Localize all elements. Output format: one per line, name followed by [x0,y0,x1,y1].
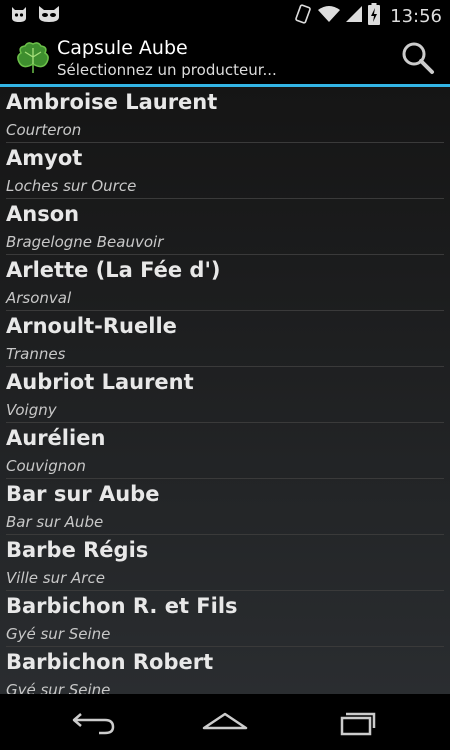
signal-icon [346,5,363,27]
list-item[interactable]: Arnoult-Ruelle Trannes [6,311,444,367]
producer-town: Trannes [6,345,66,363]
producer-name: Ambroise Laurent [6,90,218,114]
clock: 13:56 [390,5,442,27]
list-item[interactable]: Bar sur Aube Bar sur Aube [6,479,444,535]
grape-leaf-icon[interactable] [15,40,51,76]
list-item[interactable]: Barbe Régis Ville sur Arce [6,535,444,591]
producer-town: Couvignon [6,457,86,475]
producer-name: Aubriot Laurent [6,370,194,394]
producer-town: Bar sur Aube [6,513,104,531]
producer-name: Anson [6,202,80,226]
home-icon[interactable] [200,706,250,738]
battery-charging-icon [368,3,381,29]
search-icon[interactable] [400,40,436,76]
producer-name: Bar sur Aube [6,482,160,506]
producer-name: Arnoult-Ruelle [6,314,177,338]
list-item[interactable]: Arlette (La Fée d') Arsonval [6,255,444,311]
producer-town: Gyé sur Seine [6,625,111,643]
list-item[interactable]: Amyot Loches sur Ource [6,143,444,199]
producer-town: Voigny [6,401,57,419]
app-title: Capsule Aube [57,37,188,59]
producer-town: Bragelogne Beauvoir [6,233,164,251]
app-subtitle: Sélectionnez un producteur... [57,61,277,79]
list-item[interactable]: Aubriot Laurent Voigny [6,367,444,423]
navigation-bar [0,694,450,750]
list-item[interactable]: Ambroise Laurent Courteron [6,87,444,143]
producer-town: Loches sur Ource [6,177,137,195]
list-item[interactable]: Barbichon Robert Gyé sur Seine [6,647,444,694]
producer-list[interactable]: Ambroise Laurent Courteron Amyot Loches … [0,87,450,694]
producer-name: Arlette (La Fée d') [6,258,221,282]
action-bar: Capsule Aube Sélectionnez un producteur.… [0,30,450,87]
cat-mask-icon [38,5,60,27]
producer-name: Aurélien [6,426,106,450]
producer-town: Gyé sur Seine [6,681,111,694]
producer-town: Arsonval [6,289,72,307]
status-bar: 13:56 [0,0,450,30]
producer-name: Barbichon R. et Fils [6,594,238,618]
recents-icon[interactable] [332,706,382,738]
rotate-icon [294,4,312,28]
producer-town: Courteron [6,121,82,139]
back-icon[interactable] [69,706,119,738]
wifi-icon [318,5,341,27]
list-item[interactable]: Barbichon R. et Fils Gyé sur Seine [6,591,444,647]
producer-name: Barbichon Robert [6,650,214,674]
list-item[interactable]: Anson Bragelogne Beauvoir [6,199,444,255]
producer-name: Amyot [6,146,83,170]
ghost-cat-icon [10,5,28,27]
producer-name: Barbe Régis [6,538,149,562]
list-item[interactable]: Aurélien Couvignon [6,423,444,479]
producer-town: Ville sur Arce [6,569,105,587]
